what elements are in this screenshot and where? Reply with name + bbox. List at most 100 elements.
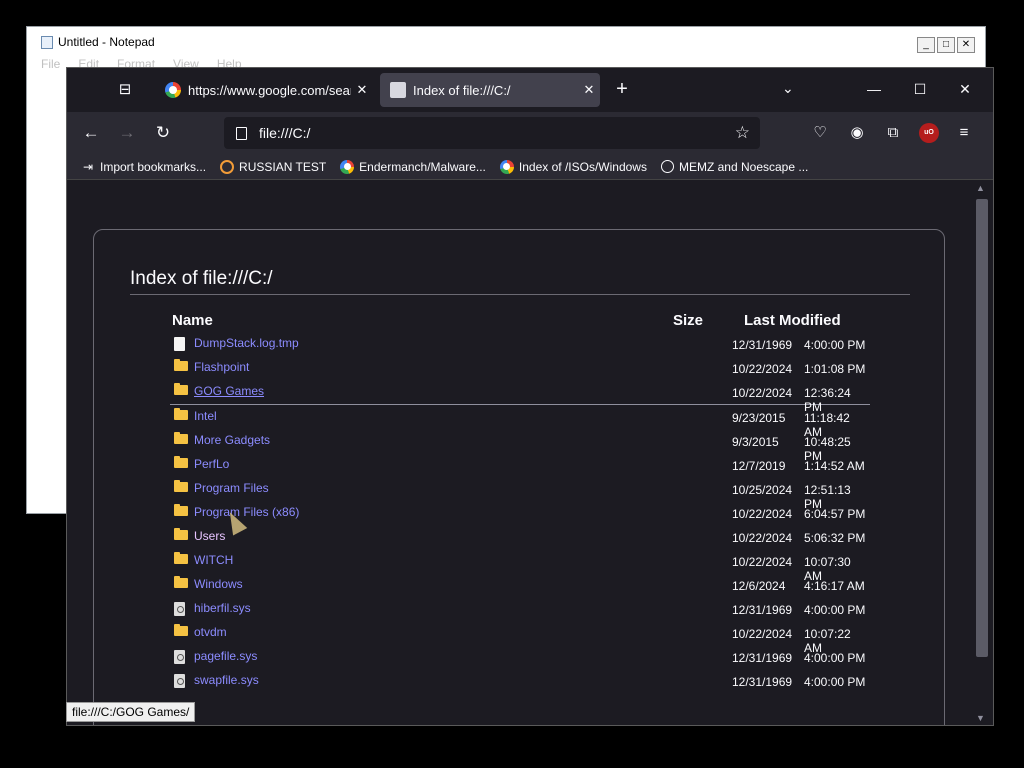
column-header-last-modified[interactable]: Last Modified [744, 312, 841, 329]
scroll-up-arrow-icon[interactable]: ▲ [976, 183, 985, 193]
vertical-scrollbar[interactable]: ▲ ▼ [971, 181, 993, 725]
modified-date: 9/3/2015 [732, 435, 779, 449]
modified-date: 9/23/2015 [732, 411, 786, 425]
modified-time: 5:06:32 PM [804, 531, 866, 545]
system-file-icon [174, 650, 185, 664]
modified-time: 4:00:00 PM [804, 675, 866, 689]
tab-title: https://www.google.com/searc [188, 82, 351, 98]
scroll-down-arrow-icon[interactable]: ▼ [976, 713, 985, 723]
bookmark-memz[interactable]: MEMZ and Noescape ... [660, 160, 808, 174]
modified-time: 4:16:17 AM [804, 579, 865, 593]
folder-icon [174, 408, 188, 420]
folder-icon [174, 432, 188, 444]
modified-time: 4:00:00 PM [804, 603, 866, 617]
file-link[interactable]: pagefile.sys [194, 649, 257, 663]
page-title: Index of file:///C:/ [130, 268, 910, 295]
listing-panel: Index of file:///C:/ Name Size Last Modi… [93, 229, 945, 725]
notepad-close-button[interactable]: ✕ [957, 37, 975, 53]
table-row: Flashpoint 10/22/2024 1:01:08 PM [170, 356, 870, 380]
minimize-button[interactable]: — [863, 78, 885, 100]
forward-arrow-icon[interactable]: → [116, 122, 138, 144]
file-link[interactable]: hiberfil.sys [194, 601, 251, 615]
folder-link[interactable]: WITCH [194, 553, 233, 567]
tab-google-search[interactable]: https://www.google.com/searc ✕ [155, 73, 373, 107]
modified-time: 4:00:00 PM [804, 338, 866, 352]
extensions-puzzle-icon[interactable]: ⧉ [882, 122, 904, 144]
bookmark-endermanch[interactable]: Endermanch/Malware... [340, 159, 486, 174]
link-status-bar: file:///C:/GOG Games/ [66, 702, 196, 722]
table-row: PerfLo 12/7/2019 1:14:52 AM [170, 453, 870, 477]
notepad-minimize-button[interactable]: _ [917, 37, 935, 53]
close-button[interactable]: ✕ [954, 78, 976, 100]
bookmark-import[interactable]: ⇥ Import bookmarks... [81, 160, 206, 174]
table-row: Windows 12/6/2024 4:16:17 AM [170, 573, 870, 597]
table-row: Program Files 10/25/2024 12:51:13 PM [170, 477, 870, 511]
modified-time: 4:00:00 PM [804, 651, 866, 665]
modified-date: 12/31/1969 [732, 338, 793, 352]
system-file-icon [174, 674, 185, 688]
folder-link[interactable]: PerfLo [194, 457, 229, 471]
file-link[interactable]: DumpStack.log.tmp [194, 336, 299, 350]
file-link[interactable]: swapfile.sys [194, 673, 259, 687]
folder-link[interactable]: Users [194, 529, 225, 543]
folder-link[interactable]: More Gadgets [194, 433, 270, 447]
notepad-menu-file[interactable]: File [41, 57, 60, 71]
modified-date: 12/31/1969 [732, 603, 793, 617]
maximize-button[interactable]: ☐ [909, 78, 931, 100]
url-text[interactable]: file:///C:/ [259, 125, 735, 141]
folder-icon [174, 552, 188, 564]
notepad-title-bar[interactable]: Untitled - Notepad [27, 27, 985, 57]
table-row: WITCH 10/22/2024 10:07:30 AM [170, 549, 870, 583]
modified-date: 10/22/2024 [732, 386, 793, 400]
page-favicon-icon [390, 82, 406, 98]
modified-date: 10/25/2024 [732, 483, 793, 497]
folder-icon [174, 528, 188, 540]
folder-link[interactable]: Intel [194, 409, 217, 423]
notepad-icon [41, 35, 53, 49]
folder-icon [174, 624, 188, 636]
tab-close-icon[interactable]: ✕ [578, 82, 600, 98]
column-header-size[interactable]: Size [673, 312, 703, 329]
account-icon[interactable]: ◉ [846, 122, 868, 144]
bookmark-isos-windows[interactable]: Index of /ISOs/Windows [499, 159, 647, 174]
reload-icon[interactable]: ↻ [152, 122, 174, 144]
tab-index-of-c[interactable]: Index of file:///C:/ ✕ [380, 73, 600, 107]
folder-link[interactable]: Program Files (x86) [194, 505, 299, 519]
google-icon [499, 159, 514, 174]
tab-overview-icon[interactable]: ⊟ [115, 80, 135, 100]
tab-close-icon[interactable]: ✕ [351, 82, 373, 98]
folder-link[interactable]: otvdm [194, 625, 227, 639]
table-row: More Gadgets 9/3/2015 10:48:25 PM [170, 429, 870, 463]
list-all-tabs-chevron-icon[interactable]: ⌄ [782, 80, 794, 97]
folder-link[interactable]: Windows [194, 577, 243, 591]
import-icon: ⇥ [82, 159, 94, 174]
address-bar[interactable]: file:///C:/ ☆ [224, 117, 760, 149]
page-content: Index of file:///C:/ Name Size Last Modi… [67, 181, 971, 725]
bookmark-star-icon[interactable]: ☆ [735, 123, 750, 143]
bookmarks-toolbar: ⇥ Import bookmarks... RUSSIAN TEST Ender… [67, 154, 993, 180]
scroll-thumb[interactable] [976, 199, 988, 657]
back-arrow-icon[interactable]: ← [80, 122, 102, 144]
menu-hamburger-icon[interactable]: ≡ [953, 122, 975, 144]
file-list: DumpStack.log.tmp 12/31/1969 4:00:00 PM … [170, 332, 870, 693]
folder-link[interactable]: Flashpoint [194, 360, 249, 374]
bookmark-label: Import bookmarks... [100, 159, 207, 174]
modified-date: 10/22/2024 [732, 362, 793, 376]
folder-icon [174, 359, 188, 371]
folder-link[interactable]: Program Files [194, 481, 269, 495]
new-tab-button[interactable]: + [612, 79, 632, 100]
modified-date: 12/31/1969 [732, 675, 793, 689]
search-icon [220, 159, 235, 174]
table-row: swapfile.sys 12/31/1969 4:00:00 PM [170, 669, 870, 693]
tab-bar: ⊟ https://www.google.com/searc ✕ Index o… [67, 68, 993, 112]
bookmark-russian-test[interactable]: RUSSIAN TEST [220, 159, 327, 174]
ublock-origin-icon[interactable]: uO [919, 123, 939, 143]
column-header-name[interactable]: Name [172, 312, 213, 329]
folder-link[interactable]: GOG Games [194, 384, 264, 398]
bookmark-label: Index of /ISOs/Windows [518, 159, 647, 174]
bookmark-label: RUSSIAN TEST [239, 159, 327, 174]
notepad-maximize-button[interactable]: □ [937, 37, 955, 53]
pocket-icon[interactable]: ♡ [809, 122, 831, 144]
table-row: Users 10/22/2024 5:06:32 PM [170, 525, 870, 549]
google-icon [340, 159, 355, 174]
